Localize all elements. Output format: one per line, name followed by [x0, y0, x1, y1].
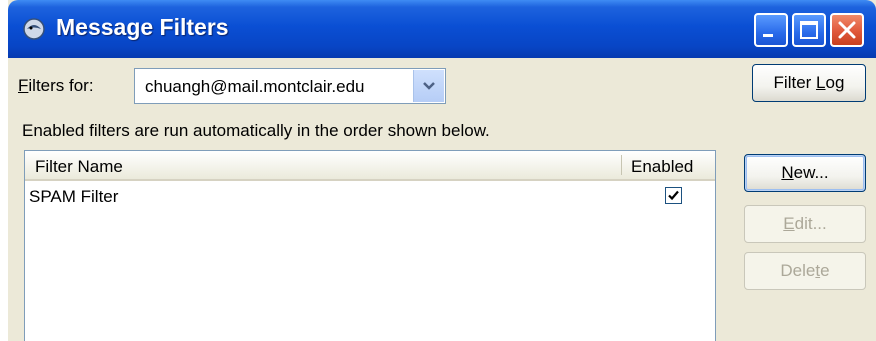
dropdown-button[interactable]: [413, 70, 444, 102]
filters-for-select[interactable]: chuangh@mail.montclair.edu: [134, 68, 446, 104]
new-button[interactable]: New...: [744, 154, 866, 192]
title-bar[interactable]: Message Filters: [8, 0, 876, 58]
checkmark-icon: [668, 190, 679, 201]
app-icon: [23, 18, 45, 40]
edit-button[interactable]: Edit...: [744, 205, 866, 243]
filters-for-label: Filters for:: [18, 76, 94, 95]
chevron-down-icon: [423, 82, 435, 90]
column-divider[interactable]: [621, 155, 622, 175]
enabled-checkbox[interactable]: [665, 187, 682, 204]
table-row[interactable]: SPAM Filter: [25, 183, 715, 209]
minimize-button[interactable]: [754, 13, 788, 47]
minimize-icon: [763, 34, 773, 37]
description-text: Enabled filters are run automatically in…: [22, 121, 490, 140]
window-title: Message Filters: [56, 14, 229, 40]
filter-log-button[interactable]: Filter Log: [752, 64, 866, 102]
filter-list[interactable]: Filter Name Enabled SPAM Filter: [24, 150, 716, 341]
maximize-button[interactable]: [792, 13, 826, 47]
column-header-filter-name[interactable]: Filter Name: [35, 157, 123, 177]
selected-account: chuangh@mail.montclair.edu: [145, 77, 365, 96]
maximize-icon: [800, 21, 818, 39]
close-icon: [838, 21, 856, 39]
delete-button[interactable]: Delete: [744, 252, 866, 290]
close-button[interactable]: [830, 13, 864, 47]
message-filters-window: Message Filters Filters for: chuangh@mai…: [8, 0, 876, 341]
filter-name-cell: SPAM Filter: [29, 187, 119, 206]
list-header: Filter Name Enabled: [25, 151, 715, 181]
column-header-enabled[interactable]: Enabled: [631, 157, 693, 177]
